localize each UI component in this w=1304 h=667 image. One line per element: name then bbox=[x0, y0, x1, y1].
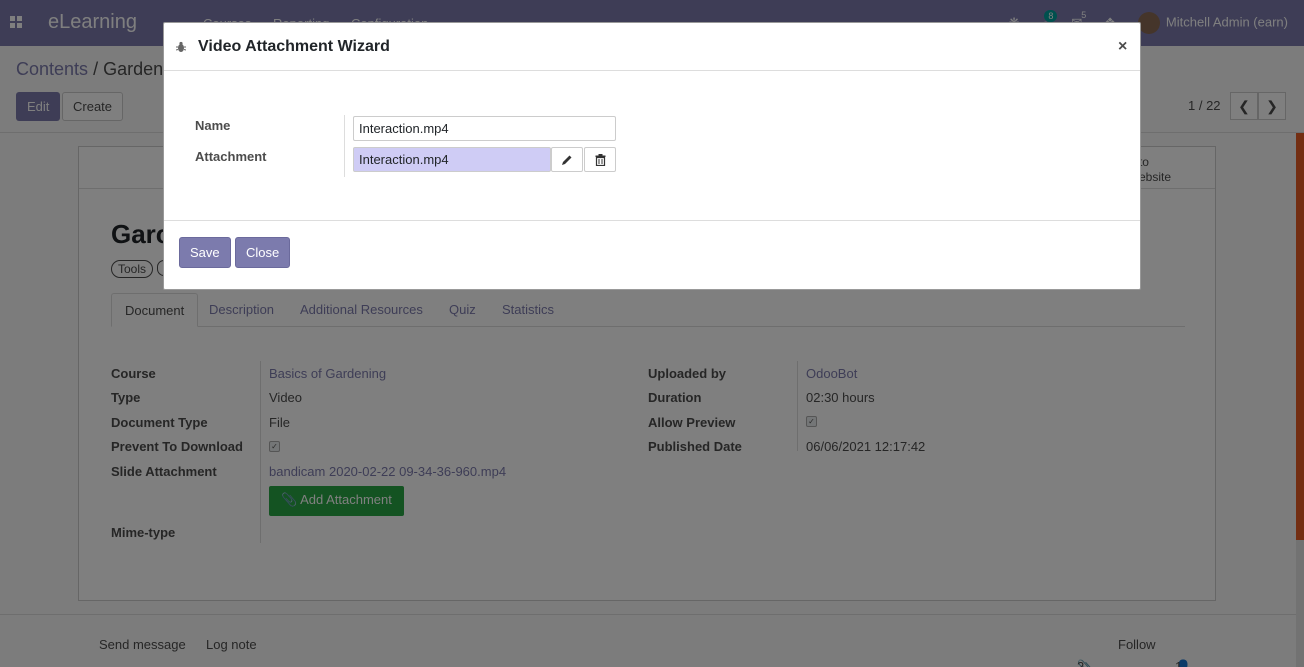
close-button[interactable]: Close bbox=[235, 237, 291, 268]
bug-icon bbox=[176, 41, 186, 52]
video-attachment-dialog: Video Attachment Wizard × Name Attachmen… bbox=[163, 22, 1141, 290]
field-separator bbox=[344, 115, 345, 177]
name-label: Name bbox=[195, 118, 231, 133]
dialog-header: Video Attachment Wizard × bbox=[164, 23, 1140, 71]
dialog-title: Video Attachment Wizard bbox=[198, 38, 390, 55]
save-button[interactable]: Save bbox=[179, 237, 231, 268]
dialog-footer-divider bbox=[164, 220, 1140, 221]
delete-attachment-button[interactable] bbox=[584, 147, 616, 172]
attachment-filename-field[interactable]: Interaction.mp4 bbox=[353, 147, 551, 172]
attachment-label: Attachment bbox=[195, 149, 267, 164]
name-input[interactable] bbox=[353, 116, 616, 141]
trash-icon bbox=[595, 154, 605, 167]
pencil-icon bbox=[562, 155, 572, 165]
edit-attachment-button[interactable] bbox=[551, 147, 583, 172]
close-icon[interactable]: × bbox=[1118, 38, 1127, 56]
